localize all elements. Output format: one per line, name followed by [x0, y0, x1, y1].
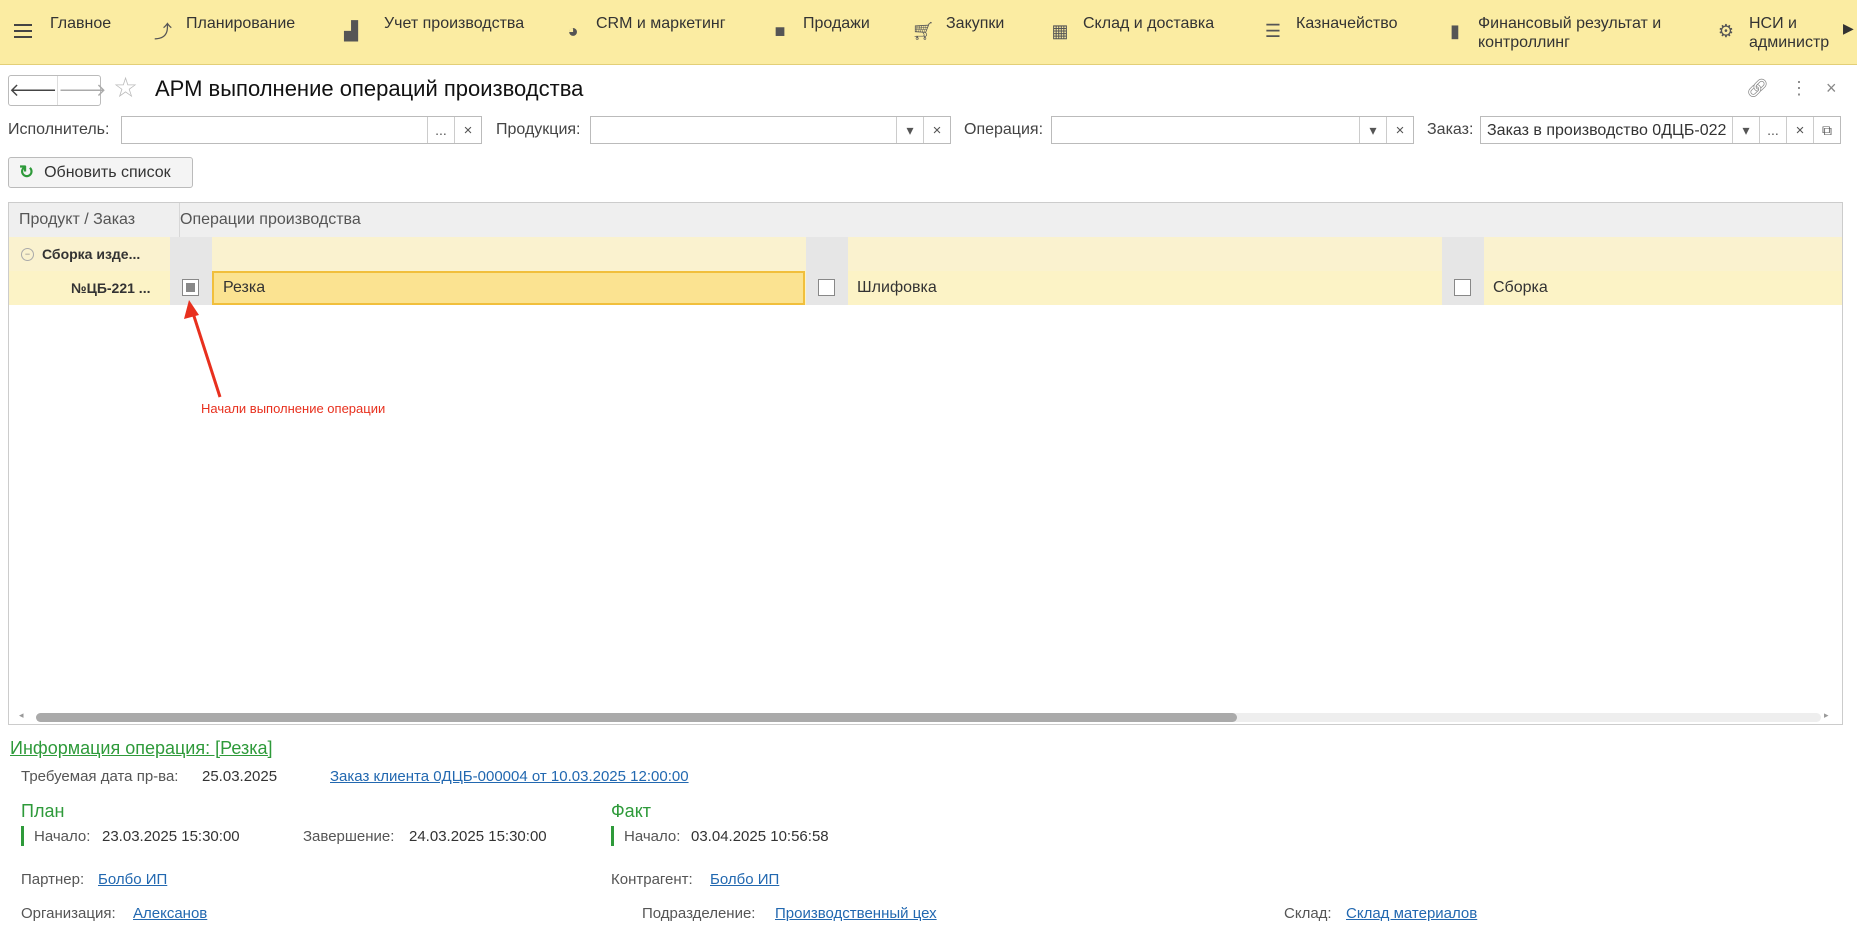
warehouse-icon: ▦ — [1051, 20, 1069, 41]
executor-select-button[interactable]: ... — [427, 117, 454, 143]
menu-nsi[interactable]: ⚙ НСИ и администр — [1715, 14, 1829, 54]
operation-clear-button[interactable]: × — [1386, 117, 1413, 143]
table-header: Продукт / Заказ Операции производства — [9, 203, 1842, 238]
bar-chart-icon: ▮ — [1450, 20, 1460, 41]
coins-icon: ☰ — [1264, 20, 1282, 41]
scroll-thumb[interactable] — [36, 713, 1237, 722]
info-title-link[interactable]: Информация операция: [Резка] — [10, 738, 272, 759]
top-menu-bar: Главное ⤴ Планирование ▟ Учет производства… — [0, 0, 1857, 65]
annotation-text: Начали выполнение операции — [201, 401, 386, 416]
executor-clear-button[interactable]: × — [454, 117, 481, 143]
organization-label: Организация: — [21, 905, 116, 922]
table-row-order[interactable]: №ЦБ-221 ... Резка Шлифовка Сборка — [9, 271, 1842, 305]
horizontal-scrollbar[interactable]: ◂ ▸ — [9, 710, 1842, 724]
order-select-button[interactable]: ... — [1759, 117, 1786, 143]
pie-chart-icon: ◕ — [567, 20, 579, 41]
refresh-icon: ↻ — [19, 162, 35, 182]
division-link[interactable]: Производственный цех — [775, 905, 937, 922]
annotation-arrow — [184, 300, 222, 398]
plan-start-label: Начало: — [34, 828, 91, 845]
order-clear-button[interactable]: × — [1786, 117, 1813, 143]
order-field[interactable]: Заказ в производство 0ДЦБ-022 ▾ ... × ⧉ — [1480, 116, 1841, 144]
menu-planning[interactable]: ⤴ Планирование — [152, 14, 295, 54]
partner-link[interactable]: Болбо ИП — [98, 871, 167, 888]
operation-checkbox-sborka[interactable] — [1454, 279, 1471, 296]
operation-cell-sborka[interactable]: Сборка — [1484, 271, 1842, 305]
required-date-label: Требуемая дата пр-ва: — [21, 768, 179, 785]
hamburger-icon[interactable] — [14, 24, 32, 40]
plan-heading: План — [21, 801, 65, 821]
organization-link[interactable]: Алексанов — [133, 905, 207, 922]
forward-button[interactable]: 🡒 — [57, 76, 107, 105]
operation-field[interactable]: ▾ × — [1051, 116, 1414, 144]
operation-checkbox-shlifovka[interactable] — [818, 279, 835, 296]
product-clear-button[interactable]: × — [923, 117, 950, 143]
favorite-star-icon[interactable]: ☆ — [113, 74, 138, 102]
fact-start-label: Начало: — [624, 828, 681, 845]
menu-main[interactable]: Главное — [50, 14, 111, 54]
counterparty-link[interactable]: Болбо ИП — [710, 871, 779, 888]
planning-icon: ⤴ — [154, 22, 172, 42]
page-title: АРМ выполнение операций производства — [155, 76, 584, 101]
menu-treasury[interactable]: ☰ Казначейство — [1262, 14, 1398, 54]
fact-start-value: 03.04.2025 10:56:58 — [691, 828, 829, 845]
column-header-operations[interactable]: Операции производства — [170, 203, 361, 237]
collapse-toggle-icon[interactable]: − — [21, 247, 34, 261]
executor-field[interactable]: ... × — [121, 116, 482, 144]
scroll-left-icon[interactable]: ◂ — [19, 710, 24, 721]
division-label: Подразделение: — [642, 905, 756, 922]
order-dropdown-icon[interactable]: ▾ — [1732, 117, 1759, 143]
warehouse-label: Склад: — [1284, 905, 1332, 922]
bag-icon: ■ — [774, 20, 786, 41]
operation-cell-rezka[interactable]: Резка — [212, 271, 805, 305]
client-order-link[interactable]: Заказ клиента 0ДЦБ-000004 от 10.03.2025 … — [330, 768, 689, 785]
fact-heading: Факт — [611, 801, 652, 821]
column-header-product-order[interactable]: Продукт / Заказ — [9, 203, 180, 237]
menu-sales[interactable]: ■ Продажи — [769, 14, 870, 54]
group-product-name: Сборка изде... — [42, 246, 141, 262]
factory-icon: ▟ — [344, 20, 358, 41]
product-field[interactable]: ▾ × — [590, 116, 951, 144]
partner-label: Партнер: — [21, 871, 85, 888]
menu-purchases[interactable]: 🛒︎ Закупки — [911, 14, 1005, 54]
operation-cell-shlifovka[interactable]: Шлифовка — [848, 271, 1440, 305]
operation-label: Операция: — [964, 121, 1044, 138]
order-label: Заказ: — [1427, 121, 1474, 138]
scroll-right-icon[interactable]: ▸ — [1824, 710, 1829, 721]
menu-scroll-right-icon[interactable]: ▶ — [1843, 20, 1857, 44]
table-row-group[interactable]: − Сборка изде... — [9, 237, 1842, 271]
executor-label: Исполнитель: — [8, 121, 110, 138]
order-open-icon[interactable]: ⧉ — [1813, 117, 1840, 143]
cart-icon: 🛒︎ — [911, 20, 935, 41]
gear-icon: ⚙ — [1717, 20, 1735, 41]
back-button[interactable]: 🡐 — [9, 76, 57, 105]
menu-warehouse[interactable]: ▦ Склад и доставка — [1049, 14, 1214, 54]
counterparty-label: Контрагент: — [611, 871, 693, 888]
product-dropdown-icon[interactable]: ▾ — [896, 117, 923, 143]
menu-production[interactable]: ▟ Учет производства — [340, 14, 524, 54]
menu-crm[interactable]: ◕ CRM и маркетинг — [562, 14, 726, 54]
plan-end-label: Завершение: — [303, 828, 395, 845]
required-date-value: 25.03.2025 — [202, 768, 278, 785]
refresh-list-button[interactable]: ↻ Обновить список — [8, 157, 193, 188]
nav-buttons: 🡐 🡒 — [8, 75, 107, 106]
operation-dropdown-icon[interactable]: ▾ — [1359, 117, 1386, 143]
link-icon[interactable]: 🔗︎ — [1746, 78, 1769, 99]
order-number: №ЦБ-221 ... — [71, 280, 151, 296]
menu-finance[interactable]: ▮ Финансовый результат и контроллинг — [1444, 14, 1661, 54]
close-icon[interactable]: × — [1826, 78, 1837, 99]
operation-checkbox-rezka[interactable] — [182, 279, 199, 296]
plan-end-value: 24.03.2025 15:30:00 — [409, 828, 547, 845]
more-icon[interactable]: ⋮ — [1790, 78, 1808, 99]
product-label: Продукция: — [496, 121, 581, 138]
plan-start-value: 23.03.2025 15:30:00 — [102, 828, 240, 845]
warehouse-link[interactable]: Склад материалов — [1346, 905, 1477, 922]
